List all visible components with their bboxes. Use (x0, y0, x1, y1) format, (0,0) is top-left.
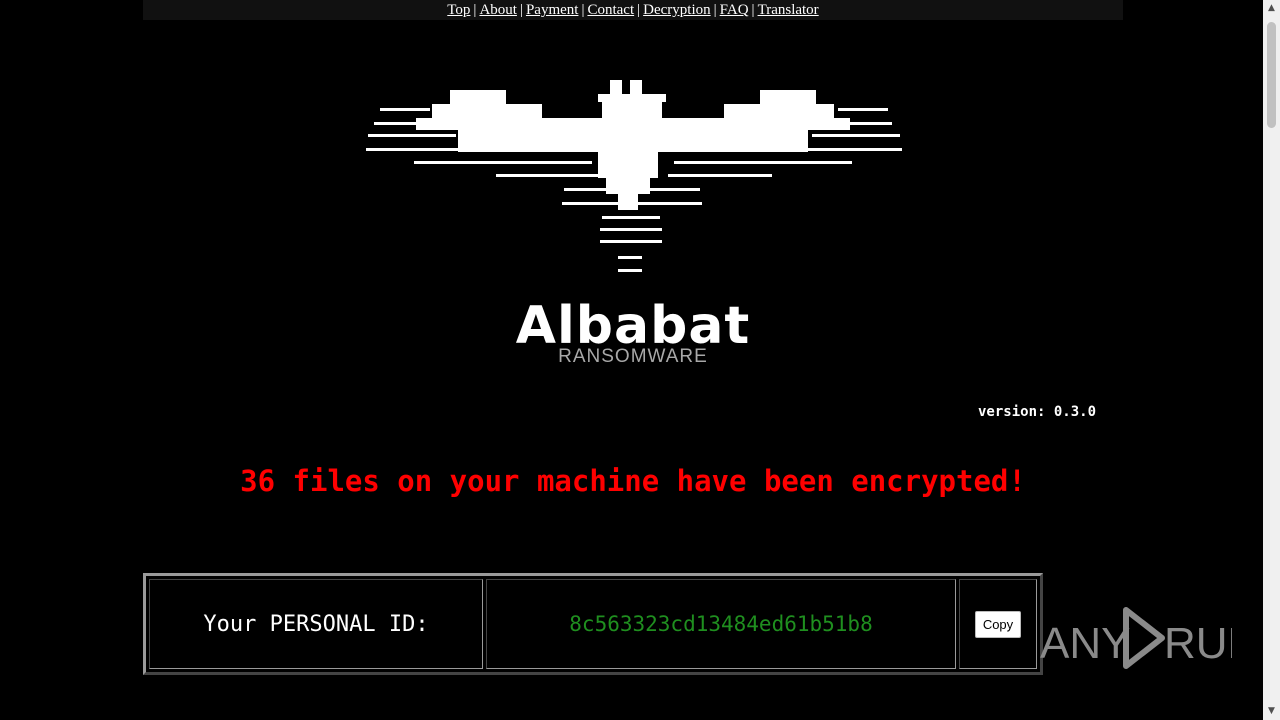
nav-separator: | (637, 2, 641, 18)
encrypted-files-headline: 36 files on your machine have been encry… (240, 464, 1026, 498)
anyrun-watermark: ANY RUN (1040, 606, 1259, 675)
personal-id-label: Your PERSONAL ID: (149, 579, 483, 669)
nav-link-payment[interactable]: Payment (526, 2, 579, 18)
nav-separator: | (519, 2, 523, 18)
nav-separator: | (751, 2, 755, 18)
top-navigation: Top | About | Payment | Contact | Decryption | FAQ… (143, 0, 1123, 20)
nav-link-faq[interactable]: FAQ (720, 2, 749, 18)
nav-link-decryption[interactable]: Decryption (643, 2, 710, 18)
nav-link-contact[interactable]: Contact (587, 2, 634, 18)
nav-link-about[interactable]: About (479, 2, 517, 18)
personal-id-table: Your PERSONAL ID: 8c563323cd13484ed61b51… (143, 573, 1043, 675)
watermark-text-left: ANY (1040, 619, 1130, 668)
nav-link-top[interactable]: Top (447, 2, 470, 18)
nav-link-translator[interactable]: Translator (758, 2, 819, 18)
bat-icon (366, 80, 902, 272)
play-icon (1123, 607, 1165, 669)
watermark-text-right: RUN (1164, 619, 1232, 668)
scroll-up-arrow-icon[interactable]: ▲ (1263, 0, 1280, 17)
watermark-graphic: ANY RUN (1040, 607, 1259, 669)
nav-separator: | (581, 2, 585, 18)
copy-cell: Copy (959, 579, 1037, 669)
personal-id-value[interactable]: 8c563323cd13484ed61b51b8 (486, 579, 956, 669)
brand-subtitle: RANSOMWARE (558, 346, 708, 367)
vertical-scrollbar[interactable]: ▲ ▼ (1263, 0, 1280, 720)
copy-button[interactable]: Copy (974, 610, 1022, 638)
version-label: version: 0.3.0 (978, 404, 1097, 420)
nav-separator: | (473, 2, 477, 18)
scroll-thumb[interactable] (1267, 22, 1276, 128)
scroll-down-arrow-icon[interactable]: ▼ (1263, 703, 1280, 720)
nav-separator: | (713, 2, 717, 18)
